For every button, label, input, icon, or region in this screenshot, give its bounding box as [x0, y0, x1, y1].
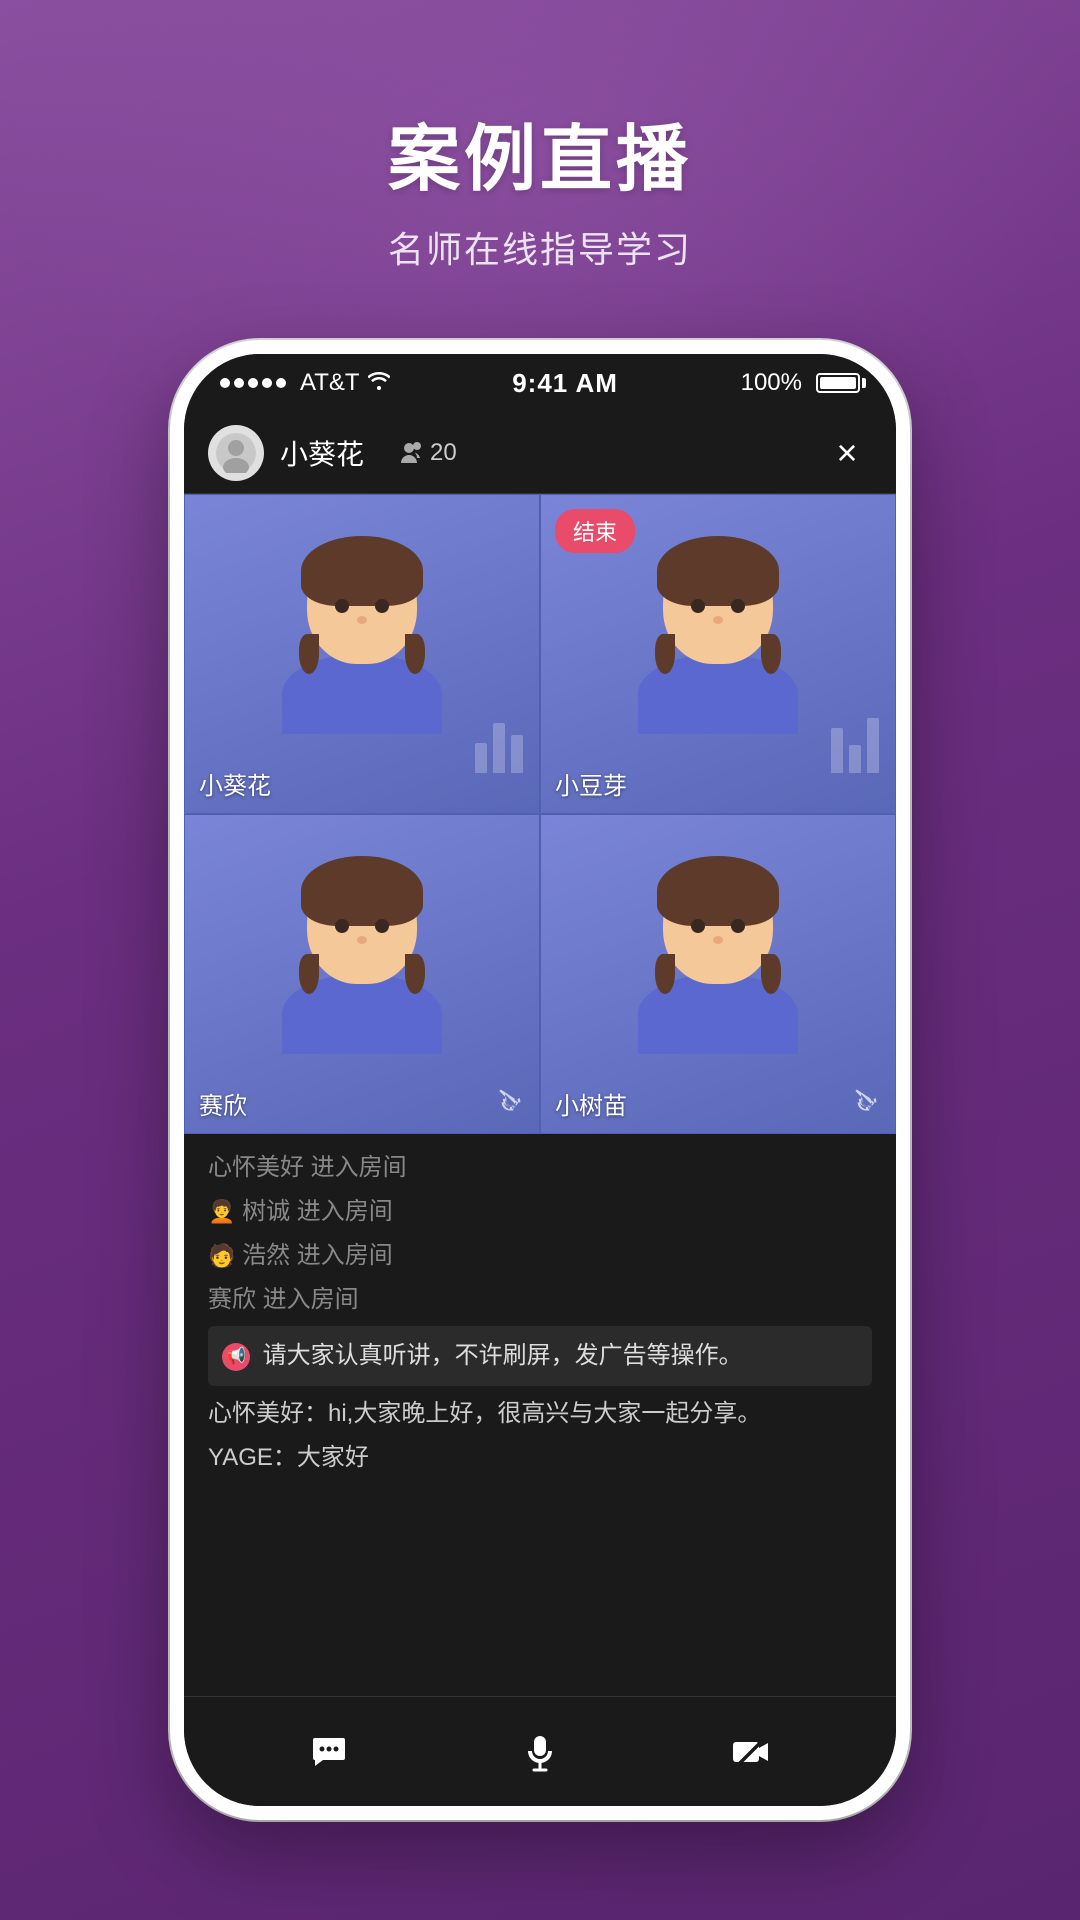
battery-icon — [816, 373, 860, 393]
chat-message-2: 🧑‍🦱 树诚 进入房间 — [208, 1194, 872, 1230]
person-avatar-4 — [638, 864, 798, 1054]
person-hair-side-l-2 — [655, 634, 675, 674]
viewer-count-area: 20 — [396, 439, 457, 467]
phone-screen: AT&T 9:41 AM 100% — [184, 354, 896, 1806]
person-head-2 — [663, 544, 773, 664]
person-eye-r-3 — [375, 919, 389, 933]
person-avatar-1 — [282, 544, 442, 734]
person-eye-l-3 — [335, 919, 349, 933]
bottom-bar — [184, 1696, 896, 1806]
notice-icon: 📢 — [222, 1343, 250, 1371]
video-cell-1: 小葵花 — [184, 494, 540, 814]
chat-area: 心怀美好 进入房间 🧑‍🦱 树诚 进入房间 🧑 浩然 进入房间 赛欣 进入房间 … — [184, 1134, 896, 1696]
video-cell-2: 结束 小豆芽 — [540, 494, 896, 814]
phone-outer: AT&T 9:41 AM 100% — [170, 340, 910, 1820]
bar-1-1 — [475, 743, 487, 773]
signal-dot-2 — [234, 378, 244, 388]
main-title: 案例直播 — [0, 100, 1080, 205]
host-name: 小葵花 — [280, 433, 364, 473]
mute-icon-4 — [853, 1086, 881, 1121]
chat-notice: 📢 请大家认真听讲，不许刷屏，发广告等操作。 — [208, 1326, 872, 1386]
person-nose-3 — [357, 936, 367, 944]
person-hair-side-l-3 — [299, 954, 319, 994]
person-eye-l-4 — [691, 919, 705, 933]
mic-button[interactable] — [504, 1716, 576, 1788]
bar-1-2 — [493, 723, 505, 773]
end-badge: 结束 — [555, 509, 635, 553]
person-nose-4 — [713, 936, 723, 944]
person-hair-2 — [657, 536, 779, 606]
person-hair-3 — [301, 856, 423, 926]
person-hair-1 — [301, 536, 423, 606]
camera-off-button[interactable] — [715, 1716, 787, 1788]
signal-dot-1 — [220, 378, 230, 388]
person-hair-side-r-3 — [405, 954, 425, 994]
signal-dot-5 — [276, 378, 286, 388]
chat-message-4: 赛欣 进入房间 — [208, 1282, 872, 1318]
bg-bars-2 — [831, 718, 879, 773]
person-hair-side-r-1 — [405, 634, 425, 674]
cell-label-4: 小树苗 — [555, 1086, 627, 1121]
chat-button[interactable] — [293, 1716, 365, 1788]
person-head-3 — [307, 864, 417, 984]
header-area: 案例直播 名师在线指导学习 — [0, 100, 1080, 273]
person-hair-4 — [657, 856, 779, 926]
phone-mockup: AT&T 9:41 AM 100% — [170, 340, 910, 1820]
person-hair-side-r-4 — [761, 954, 781, 994]
person-eye-l-1 — [335, 599, 349, 613]
sub-title: 名师在线指导学习 — [0, 221, 1080, 273]
bar-2-3 — [867, 718, 879, 773]
status-time: 9:41 AM — [512, 368, 618, 399]
signal-dot-3 — [248, 378, 258, 388]
bar-1-3 — [511, 735, 523, 773]
person-avatar-3 — [282, 864, 442, 1054]
person-hair-side-l-1 — [299, 634, 319, 674]
cell-label-2: 小豆芽 — [555, 766, 627, 801]
person-nose-1 — [357, 616, 367, 624]
close-button[interactable]: × — [822, 428, 872, 478]
person-head-1 — [307, 544, 417, 664]
status-left: AT&T — [220, 369, 390, 397]
person-hair-side-l-4 — [655, 954, 675, 994]
person-hair-side-r-2 — [761, 634, 781, 674]
viewer-number: 20 — [430, 439, 457, 467]
status-right: 100% — [741, 369, 860, 397]
chat-message-5: 心怀美好：hi,大家晚上好，很高兴与大家一起分享。 — [208, 1396, 872, 1432]
person-eye-l-2 — [691, 599, 705, 613]
host-avatar — [208, 425, 264, 481]
signal-dot-4 — [262, 378, 272, 388]
person-eye-r-2 — [731, 599, 745, 613]
cell-label-3: 赛欣 — [199, 1086, 247, 1121]
bar-2-2 — [849, 745, 861, 773]
cell-label-1: 小葵花 — [199, 766, 271, 801]
battery-percent: 100% — [741, 369, 802, 397]
person-eye-r-1 — [375, 599, 389, 613]
video-cell-3: 赛欣 — [184, 814, 540, 1134]
bar-2-1 — [831, 728, 843, 773]
battery-fill — [820, 377, 856, 389]
mute-icon-3 — [497, 1086, 525, 1121]
chat-message-6: YAGE：大家好 — [208, 1440, 872, 1476]
bg-bars-1 — [475, 723, 523, 773]
phone-inner: AT&T 9:41 AM 100% — [184, 354, 896, 1806]
signal-dots — [220, 378, 286, 388]
carrier-name: AT&T — [300, 369, 360, 397]
chat-message-3: 🧑 浩然 进入房间 — [208, 1238, 872, 1274]
chat-message-1: 心怀美好 进入房间 — [208, 1150, 872, 1186]
person-head-4 — [663, 864, 773, 984]
video-cell-4: 小树苗 — [540, 814, 896, 1134]
person-avatar-2 — [638, 544, 798, 734]
app-header: 小葵花 20 × — [184, 412, 896, 494]
status-bar: AT&T 9:41 AM 100% — [184, 354, 896, 412]
person-eye-r-4 — [731, 919, 745, 933]
wifi-icon — [368, 370, 390, 396]
person-nose-2 — [713, 616, 723, 624]
video-grid: 小葵花 — [184, 494, 896, 1134]
